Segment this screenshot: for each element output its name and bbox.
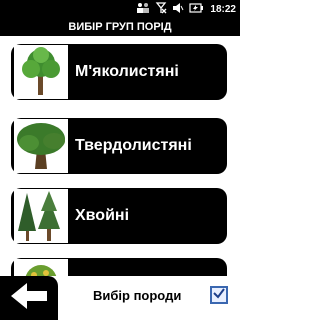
oak-tree-icon bbox=[11, 118, 71, 174]
back-button[interactable] bbox=[0, 276, 58, 320]
status-bar: 18:22 bbox=[0, 0, 240, 18]
conifer-tree-icon bbox=[11, 188, 71, 244]
checkmark-icon bbox=[212, 286, 226, 305]
group-item-conifer[interactable]: Хвойні bbox=[11, 188, 227, 244]
group-item-label: Твердолистяні bbox=[75, 137, 192, 154]
select-breed-label: Вибір породи bbox=[93, 288, 182, 303]
select-breed-checkbox[interactable] bbox=[210, 286, 228, 304]
group-item-soft-leaved[interactable]: М'яколистяні bbox=[11, 44, 227, 100]
footer-bar: Вибір породи bbox=[0, 276, 240, 320]
clock-time: 18:22 bbox=[210, 4, 236, 15]
group-item-label: М'яколистяні bbox=[75, 63, 179, 80]
multi-user-icon bbox=[136, 2, 150, 17]
speaker-icon bbox=[172, 2, 184, 17]
no-signal-icon bbox=[155, 2, 167, 17]
fruit-tree-icon bbox=[11, 258, 71, 276]
back-arrow-icon bbox=[9, 281, 49, 316]
group-item-hard-leaved[interactable]: Твердолистяні bbox=[11, 118, 227, 174]
groups-list[interactable]: М'яколистяні Твердолистяні Хвойні bbox=[0, 36, 240, 276]
status-icons: 18:22 bbox=[136, 2, 236, 17]
group-item-label: Хвойні bbox=[75, 207, 130, 224]
page-title: ВИБІР ГРУП ПОРІД bbox=[0, 18, 240, 36]
group-item-fruit[interactable] bbox=[11, 258, 227, 276]
battery-charging-icon bbox=[189, 2, 204, 17]
deciduous-tree-icon bbox=[11, 44, 71, 100]
